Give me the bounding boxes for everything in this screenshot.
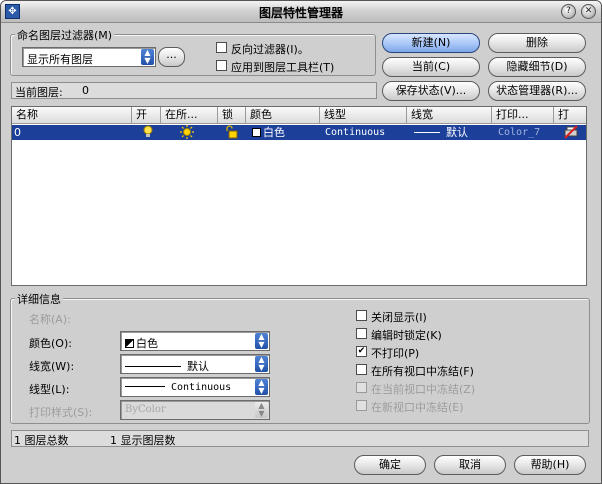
layer-manager-window: ✥ 图层特性管理器 ? ✕ 命名图层过滤器(M) 显示所有图层 ▲ ▼ ... 反… bbox=[0, 0, 602, 484]
line-sample-icon bbox=[125, 386, 165, 387]
filter-browse-button[interactable]: ... bbox=[158, 47, 185, 67]
line-sample-icon bbox=[414, 132, 440, 133]
color-swatch-icon bbox=[252, 128, 261, 137]
no-plot-label: 不打印(P) bbox=[371, 347, 420, 360]
chevron-updown-icon: ▲ ▼ bbox=[255, 379, 268, 395]
set-current-button[interactable]: 当前(C) bbox=[382, 57, 480, 77]
title-bar[interactable]: ✥ 图层特性管理器 ? ✕ bbox=[1, 1, 601, 23]
checkmark-icon: ✔ bbox=[357, 346, 366, 356]
help-button[interactable]: 帮助(H) bbox=[514, 455, 586, 475]
invert-filter-checkbox[interactable] bbox=[216, 42, 227, 53]
color-swatch-icon bbox=[125, 339, 134, 348]
layer-lineweight[interactable]: 默认 bbox=[414, 125, 490, 140]
col-header-plotstyle[interactable]: 打印... bbox=[492, 107, 554, 124]
linetype-select-value: Continuous bbox=[171, 382, 232, 393]
current-layer-value: 0 bbox=[82, 84, 89, 97]
no-plot-printer-icon[interactable] bbox=[564, 125, 580, 140]
color-select[interactable]: 白色 ▲ ▼ bbox=[120, 331, 270, 351]
window-title: 图层特性管理器 bbox=[258, 6, 343, 20]
layer-lineweight-label: 默认 bbox=[446, 126, 468, 139]
total-layers-count: 1 图层总数 bbox=[14, 434, 69, 447]
linetype-select[interactable]: Continuous ▲ ▼ bbox=[120, 377, 270, 397]
lineweight-label: 线宽(W): bbox=[29, 360, 75, 373]
current-layer-label: 当前图层: bbox=[15, 86, 63, 99]
no-plot-checkbox[interactable]: ✔ bbox=[356, 346, 367, 357]
delete-layer-button[interactable]: 删除 bbox=[488, 33, 586, 53]
state-manager-button[interactable]: 状态管理器(R)... bbox=[488, 81, 586, 101]
apply-toolbar-label: 应用到图层工具栏(T) bbox=[231, 61, 335, 74]
ok-button[interactable]: 确定 bbox=[354, 455, 426, 475]
color-select-value: 白色 bbox=[136, 337, 158, 350]
layer-count-bar: 1 图层总数 1 显示图层数 bbox=[11, 430, 589, 447]
close-icon[interactable]: ✕ bbox=[581, 4, 596, 19]
line-sample-icon bbox=[125, 366, 181, 367]
plotstyle-select-value: ByColor bbox=[125, 404, 166, 415]
off-label: 关闭显示(I) bbox=[371, 311, 427, 324]
plotstyle-select: ByColor ▲ ▼ bbox=[120, 400, 270, 420]
col-header-on[interactable]: 开 bbox=[132, 107, 161, 124]
linetype-label: 线型(L): bbox=[29, 383, 70, 396]
col-header-name[interactable]: 名称 bbox=[12, 107, 132, 124]
freeze-all-viewports-checkbox[interactable] bbox=[356, 364, 367, 375]
freeze-new-viewport-checkbox bbox=[356, 400, 367, 411]
lightbulb-on-icon[interactable] bbox=[142, 125, 156, 140]
sun-icon[interactable] bbox=[180, 125, 196, 140]
chevron-updown-icon: ▲ ▼ bbox=[255, 356, 268, 372]
layer-plotstyle: Color_7 bbox=[498, 127, 541, 138]
layer-color-label: 白色 bbox=[263, 126, 285, 139]
current-layer-field: 当前图层: 0 bbox=[11, 82, 377, 99]
col-header-lineweight[interactable]: 线宽 bbox=[407, 107, 492, 124]
new-layer-button[interactable]: 新建(N) bbox=[382, 33, 480, 53]
lock-edit-checkbox[interactable] bbox=[356, 328, 367, 339]
off-checkbox[interactable] bbox=[356, 310, 367, 321]
freeze-all-viewports-label: 在所有视口中冻结(F) bbox=[371, 365, 474, 378]
chevron-updown-icon: ▲ ▼ bbox=[141, 49, 154, 65]
invert-filter-label: 反向过滤器(I)。 bbox=[231, 43, 309, 56]
freeze-new-viewport-label: 在新视口中冻结(E) bbox=[371, 401, 464, 414]
cancel-button[interactable]: 取消 bbox=[434, 455, 506, 475]
freeze-current-viewport-checkbox bbox=[356, 382, 367, 393]
freeze-current-viewport-label: 在当前视口中冻结(Z) bbox=[371, 383, 476, 396]
layer-name: 0 bbox=[14, 126, 21, 139]
color-label: 颜色(O): bbox=[29, 337, 72, 350]
layer-color[interactable]: 白色 bbox=[252, 125, 318, 140]
filter-select[interactable]: 显示所有图层 ▲ ▼ bbox=[22, 47, 156, 67]
hide-details-button[interactable]: 隐藏细节(D) bbox=[488, 57, 586, 77]
help-icon[interactable]: ? bbox=[561, 4, 576, 19]
layer-list[interactable]: 名称 开 在所... 锁 颜色 线型 线宽 打印... 打 0 白色 Conti… bbox=[11, 106, 587, 286]
apply-toolbar-checkbox[interactable] bbox=[216, 60, 227, 71]
lock-edit-label: 编辑时锁定(K) bbox=[371, 329, 442, 342]
col-header-freeze-all[interactable]: 在所... bbox=[161, 107, 218, 124]
lineweight-select-value: 默认 bbox=[187, 360, 209, 373]
unlock-icon[interactable] bbox=[224, 125, 240, 140]
filter-legend: 命名图层过滤器(M) bbox=[15, 27, 115, 43]
chevron-updown-icon: ▲ ▼ bbox=[255, 402, 268, 418]
save-state-button[interactable]: 保存状态(V)... bbox=[382, 81, 480, 101]
details-group bbox=[10, 298, 590, 424]
col-header-lock[interactable]: 锁 bbox=[218, 107, 246, 124]
table-row[interactable]: 0 白色 Continuous 默认 Color_7 bbox=[12, 125, 586, 140]
plotstyle-label: 打印样式(S): bbox=[29, 406, 93, 419]
col-header-plot[interactable]: 打 bbox=[554, 107, 586, 124]
chevron-updown-icon: ▲ ▼ bbox=[255, 333, 268, 349]
details-legend: 详细信息 bbox=[15, 291, 63, 307]
shown-layers-count: 1 显示图层数 bbox=[110, 434, 176, 447]
name-label: 名称(A): bbox=[29, 313, 71, 326]
col-header-color[interactable]: 颜色 bbox=[246, 107, 320, 124]
layer-linetype[interactable]: Continuous bbox=[325, 125, 405, 140]
col-header-linetype[interactable]: 线型 bbox=[320, 107, 407, 124]
filter-select-value: 显示所有图层 bbox=[27, 53, 93, 66]
lineweight-select[interactable]: 默认 ▲ ▼ bbox=[120, 354, 270, 374]
